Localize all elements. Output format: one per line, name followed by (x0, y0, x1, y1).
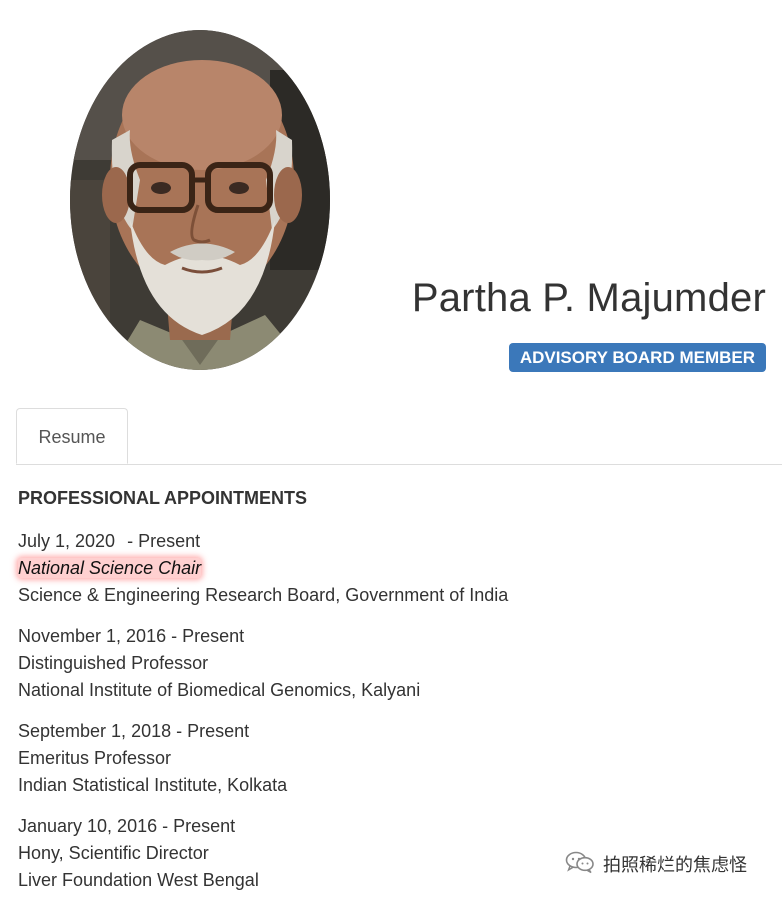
appointment-entry: September 1, 2018 - Present Emeritus Pro… (18, 718, 758, 799)
resume-content: PROFESSIONAL APPOINTMENTS July 1, 2020 - … (18, 486, 758, 908)
appointment-start-date: July 1, 2020 (18, 531, 116, 551)
profile-photo (70, 30, 330, 370)
appointment-title: Distinguished Professor (18, 653, 209, 673)
appointment-present: - Present (171, 626, 245, 646)
appointment-start-date: January 10, 2016 (18, 816, 158, 836)
appointment-org: Science & Engineering Research Board, Go… (18, 585, 509, 605)
appointment-dates: September 1, 2018 - Present (18, 718, 758, 745)
appointment-start-date: November 1, 2016 (18, 626, 167, 646)
section-title: PROFESSIONAL APPOINTMENTS (18, 488, 308, 508)
appointment-entry: November 1, 2016 - Present Distinguished… (18, 623, 758, 704)
appointment-title-highlighted: National Science Chair (18, 558, 202, 578)
wechat-icon (565, 850, 603, 879)
watermark: 拍照稀烂的焦虑怪 (565, 851, 747, 877)
appointment-present: - Present (176, 721, 250, 741)
appointment-dates: November 1, 2016 - Present (18, 623, 758, 650)
watermark-text: 拍照稀烂的焦虑怪 (603, 855, 747, 875)
profile-name: Partha P. Majumder (411, 276, 766, 320)
appointment-dates: January 10, 2016 - Present (18, 813, 758, 840)
appointment-dates: July 1, 2020 - Present (18, 528, 758, 555)
role-badge: ADVISORY BOARD MEMBER (508, 343, 766, 372)
appointment-entry: July 1, 2020 - Present National Science C… (18, 528, 758, 609)
appointment-start-date: September 1, 2018 (18, 721, 172, 741)
tab-resume[interactable]: Resume (16, 408, 128, 464)
appointment-title: Emeritus Professor (18, 748, 172, 768)
appointment-org: Indian Statistical Institute, Kolkata (18, 775, 288, 795)
tab-bar: Resume (16, 408, 782, 465)
appointment-present: - Present (162, 816, 236, 836)
appointment-present: - Present (127, 531, 201, 551)
appointment-org: National Institute of Biomedical Genomic… (18, 680, 421, 700)
